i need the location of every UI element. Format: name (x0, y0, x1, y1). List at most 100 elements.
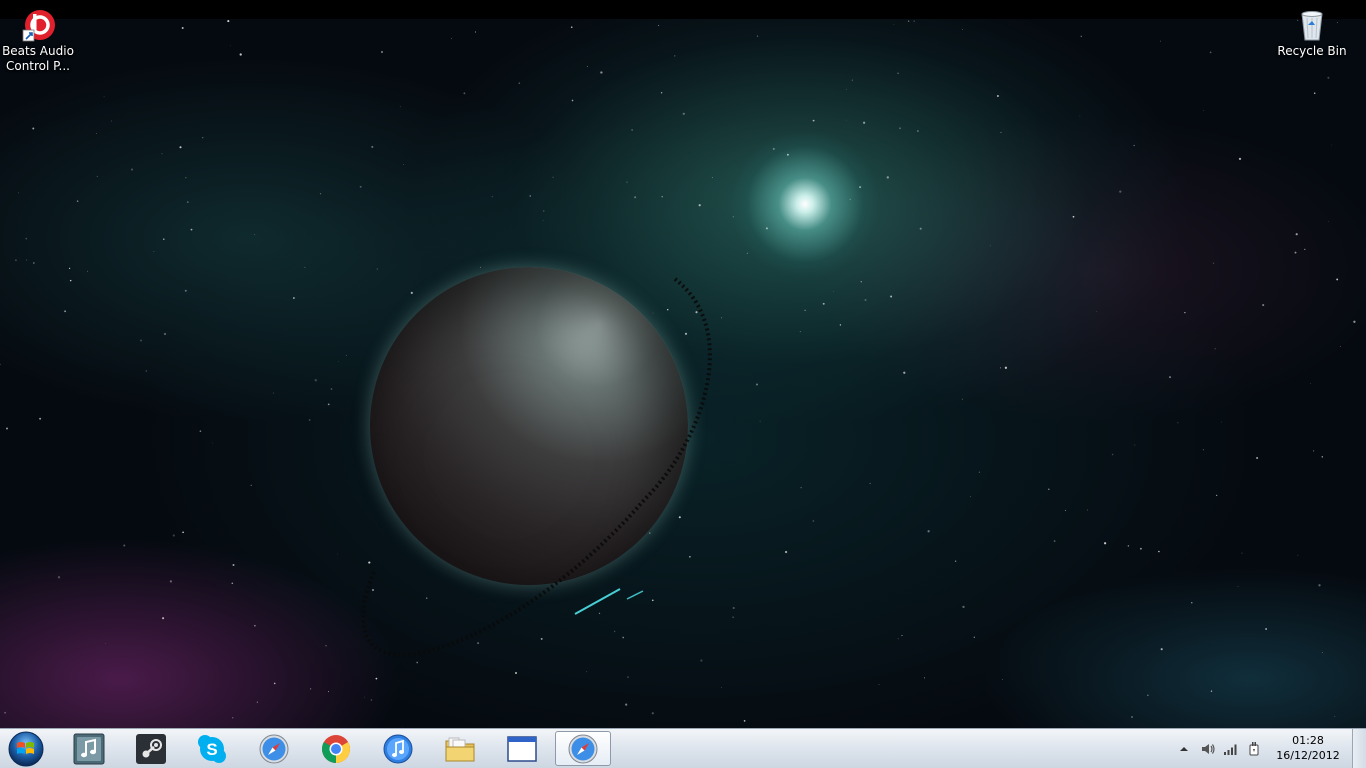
star-dot (371, 145, 374, 148)
star-dot (833, 291, 834, 292)
desktop-icon-beats-audio[interactable]: Beats Audio Control P... (0, 8, 76, 74)
star-dot (897, 638, 899, 640)
star-dot (375, 677, 378, 680)
power-plug-icon[interactable] (1246, 741, 1262, 757)
taskbar-safari-active-button[interactable] (555, 731, 611, 766)
star-dot (140, 339, 142, 342)
star-dot (518, 82, 521, 84)
star-dot (631, 129, 633, 131)
star-dot (185, 176, 187, 179)
star-dot (202, 137, 204, 139)
safari-icon (259, 734, 289, 763)
star-dot (759, 420, 761, 422)
star-dot (711, 177, 713, 178)
star-dot (682, 112, 685, 115)
clock-date: 16/12/2012 (1276, 749, 1340, 762)
star-dot (970, 496, 971, 498)
taskbar-window-button[interactable] (494, 731, 550, 766)
star-dot (327, 691, 330, 693)
desktop-icon-recycle-bin[interactable]: Recycle Bin (1274, 8, 1350, 59)
star-dot (491, 196, 493, 198)
star-dot (903, 371, 906, 374)
star-dot (571, 99, 574, 102)
star-dot (1238, 157, 1242, 161)
star-dot (1139, 547, 1142, 550)
desktop-icon-label: Recycle Bin (1277, 44, 1347, 58)
star-dot (864, 298, 867, 302)
star-dot (907, 20, 910, 22)
star-dot (1131, 716, 1133, 718)
taskbar-safari-button[interactable] (246, 731, 302, 766)
star-dot (1177, 422, 1179, 424)
star-dot (130, 168, 134, 171)
taskbar-chrome-button[interactable] (308, 731, 364, 766)
star-dot (862, 121, 866, 124)
star-dot (1160, 648, 1163, 651)
star-dot (1209, 51, 1212, 54)
star-dot (1202, 110, 1204, 111)
star-dot (1065, 509, 1067, 511)
star-dot (451, 38, 452, 39)
star-dot (230, 45, 231, 46)
music-note-app-icon (73, 733, 105, 764)
star-dot (1001, 679, 1003, 680)
star-dot (145, 370, 147, 372)
star-dot (314, 379, 317, 382)
star-dot (1310, 383, 1312, 385)
taskbar-clock[interactable]: 01:28 16/12/2012 (1272, 733, 1344, 763)
star-dot (162, 617, 165, 620)
star-dot (1330, 144, 1332, 146)
skype-icon: S (198, 734, 226, 763)
star-dot (325, 645, 327, 647)
taskbar-skype-button[interactable]: S (184, 731, 240, 766)
star-dot (179, 146, 182, 149)
show-hidden-icons-arrow[interactable] (1176, 741, 1192, 757)
taskbar-file-explorer-button[interactable] (432, 731, 488, 766)
star-dot (17, 192, 19, 194)
star-dot (962, 605, 965, 609)
star-dot (878, 684, 880, 686)
star-dot (25, 237, 28, 240)
star-dot (57, 576, 61, 579)
star-dot (927, 530, 930, 533)
star-dot (308, 419, 311, 421)
star-dot (1294, 251, 1297, 254)
star-dot (32, 127, 35, 130)
star-dot (869, 482, 871, 484)
application-window-icon (507, 735, 537, 762)
star-dot (674, 55, 676, 57)
taskbar-steam-button[interactable] (123, 731, 179, 766)
taskbar-itunes-button[interactable] (370, 731, 426, 766)
star-dot (254, 234, 255, 235)
star-dot (103, 96, 105, 98)
show-desktop-button[interactable] (1352, 729, 1366, 768)
safari-icon (568, 734, 598, 763)
star-dot (1262, 304, 1265, 307)
start-button[interactable] (4, 730, 48, 768)
star-dot (273, 682, 276, 685)
star-dot (919, 227, 922, 230)
star-dot (1079, 115, 1081, 117)
star-dot (363, 696, 365, 698)
star-dot (1086, 509, 1088, 511)
star-dot (359, 185, 362, 188)
volume-icon[interactable] (1200, 741, 1216, 757)
star-dot (515, 672, 517, 674)
clock-time: 01:28 (1292, 734, 1324, 747)
itunes-icon (383, 734, 413, 763)
star-dot (1256, 456, 1259, 460)
star-dot (1000, 132, 1002, 134)
taskbar-music-app-button[interactable] (61, 731, 117, 766)
star-dot (32, 262, 35, 264)
star-dot (1134, 444, 1136, 446)
star-dot (181, 27, 184, 29)
star-dot (1241, 552, 1243, 554)
star-dot (95, 133, 97, 134)
star-dot (199, 430, 202, 432)
star-dot (463, 92, 466, 95)
star-dot (1327, 221, 1329, 222)
star-dot (1202, 449, 1204, 451)
star-dot (39, 417, 42, 420)
star-dot (182, 531, 184, 534)
network-signal-icon[interactable] (1223, 741, 1239, 757)
